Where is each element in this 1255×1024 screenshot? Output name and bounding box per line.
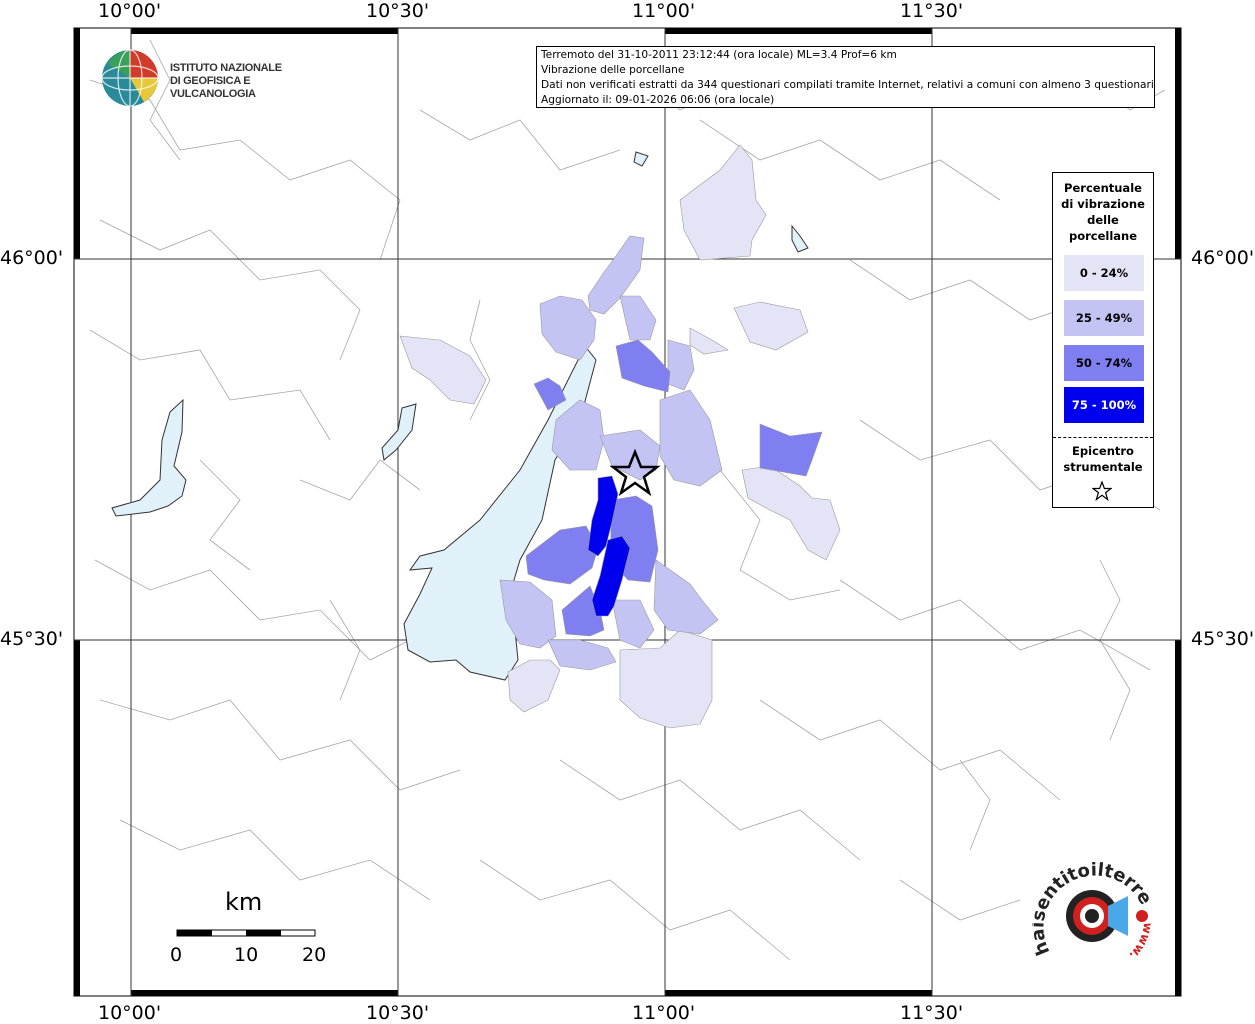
bottom-tick-label: 11°00' [632, 1002, 696, 1024]
ingv-logo: ISTITUTO NAZIONALE DI GEOFISICA E VULCAN… [100, 46, 320, 110]
event-updated: Aggiornato il: 09-01-2026 06:06 (ora loc… [541, 94, 775, 106]
scale-bar [176, 929, 316, 937]
legend-title: Percentuale di vibrazione delle porcella… [1061, 181, 1145, 243]
scale-label: 20 [302, 944, 327, 966]
legend-divider [1053, 437, 1153, 438]
top-tick-label: 11°00' [632, 0, 696, 22]
ingv-globe-icon [101, 49, 159, 107]
event-info-box: Terremoto del 31-10-2011 23:12:44 (ora l… [536, 46, 1155, 108]
scale-label: 10 [234, 944, 259, 966]
svg-text:www.: www. [1127, 922, 1156, 963]
star-icon [1092, 481, 1112, 501]
legend: Percentuale di vibrazione delle porcella… [1052, 172, 1154, 508]
hai-sentito-logo-icon: haisentitoilterremoto.it www. [1023, 846, 1156, 963]
right-tick-label: 45°30' [1191, 628, 1255, 650]
bottom-tick-label: 10°00' [98, 1002, 162, 1024]
scale-unit: km [225, 888, 263, 916]
ingv-logo-text: ISTITUTO NAZIONALE DI GEOFISICA E VULCAN… [170, 62, 282, 100]
top-tick-label: 10°30' [366, 0, 430, 22]
event-parameter: Vibrazione delle porcellane [541, 64, 685, 76]
legend-class-50-74: 50 - 74% [1064, 345, 1144, 381]
badge-prefix: www. [1127, 922, 1156, 963]
legend-epicenter-label: Epicentro strumentale [1063, 444, 1143, 474]
event-data-note: Dati non verificati estratti da 344 ques… [541, 79, 1155, 91]
bottom-tick-label: 10°30' [366, 1002, 430, 1024]
hai-sentito-badge[interactable]: haisentitoilterremoto.it www. [1023, 846, 1162, 977]
right-tick-label: 46°00' [1191, 247, 1255, 269]
left-tick-label: 45°30' [0, 628, 64, 650]
top-tick-label: 10°00' [98, 0, 162, 22]
bottom-tick-label: 11°30' [900, 1002, 964, 1024]
legend-class-25-49: 25 - 49% [1064, 300, 1144, 336]
top-tick-label: 11°30' [900, 0, 964, 22]
left-tick-label: 46°00' [0, 247, 64, 269]
scale-label: 0 [170, 944, 183, 966]
event-title: Terremoto del 31-10-2011 23:12:44 (ora l… [541, 49, 897, 61]
legend-class-75-100: 75 - 100% [1064, 387, 1144, 423]
legend-class-0-24: 0 - 24% [1064, 255, 1144, 291]
